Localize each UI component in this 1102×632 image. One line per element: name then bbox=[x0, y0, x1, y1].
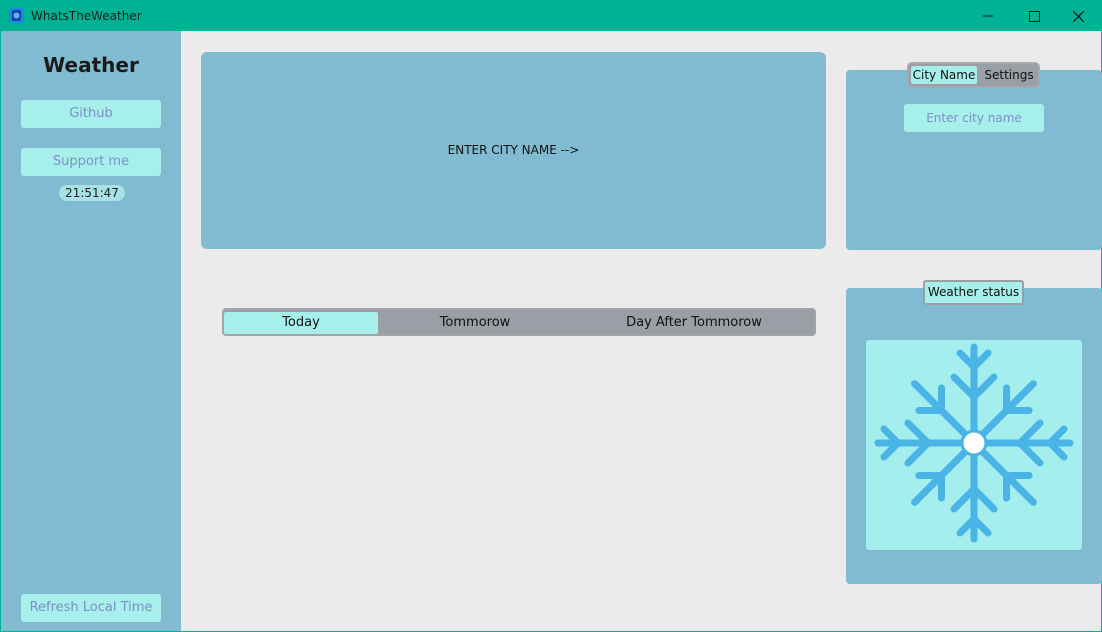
info-message: ENTER CITY NAME --> bbox=[447, 143, 580, 157]
tab-city-name[interactable]: City Name bbox=[911, 66, 977, 84]
weather-status-image bbox=[866, 340, 1082, 550]
city-panel bbox=[846, 70, 1102, 250]
maximize-icon bbox=[1028, 10, 1040, 22]
city-name-input[interactable] bbox=[904, 104, 1044, 132]
title-bar[interactable]: WhatsTheWeather bbox=[1, 1, 1101, 31]
weather-info-panel: ENTER CITY NAME --> bbox=[201, 52, 826, 249]
app-window: WhatsTheWeather Weather Github Support m… bbox=[0, 0, 1102, 632]
tab-today[interactable]: Today bbox=[224, 312, 378, 334]
weather-status-label: Weather status bbox=[923, 280, 1024, 305]
github-button[interactable]: Github bbox=[21, 100, 161, 128]
sidebar-title: Weather bbox=[43, 53, 139, 77]
close-icon bbox=[1072, 10, 1084, 22]
minimize-button[interactable] bbox=[965, 1, 1011, 31]
tab-tomorrow[interactable]: Tommorow bbox=[398, 312, 552, 334]
maximize-button[interactable] bbox=[1011, 1, 1057, 31]
tab-day-after-tomorrow[interactable]: Day After Tommorow bbox=[584, 312, 804, 334]
snowflake-icon bbox=[874, 343, 1074, 543]
window-title: WhatsTheWeather bbox=[31, 9, 142, 23]
refresh-local-time-button[interactable]: Refresh Local Time bbox=[21, 594, 161, 622]
app-logo-icon bbox=[9, 8, 24, 23]
support-me-button[interactable]: Support me bbox=[21, 148, 161, 176]
minimize-icon bbox=[983, 15, 993, 17]
sidebar: Weather Github Support me 21:51:47 Refre… bbox=[1, 31, 181, 631]
city-settings-segmented-control: City Name Settings bbox=[907, 62, 1040, 88]
close-button[interactable] bbox=[1055, 1, 1101, 31]
local-time-label: 21:51:47 bbox=[59, 185, 125, 201]
day-tab-bar: Today Tommorow Day After Tommorow bbox=[222, 308, 816, 336]
tab-settings[interactable]: Settings bbox=[979, 66, 1039, 84]
